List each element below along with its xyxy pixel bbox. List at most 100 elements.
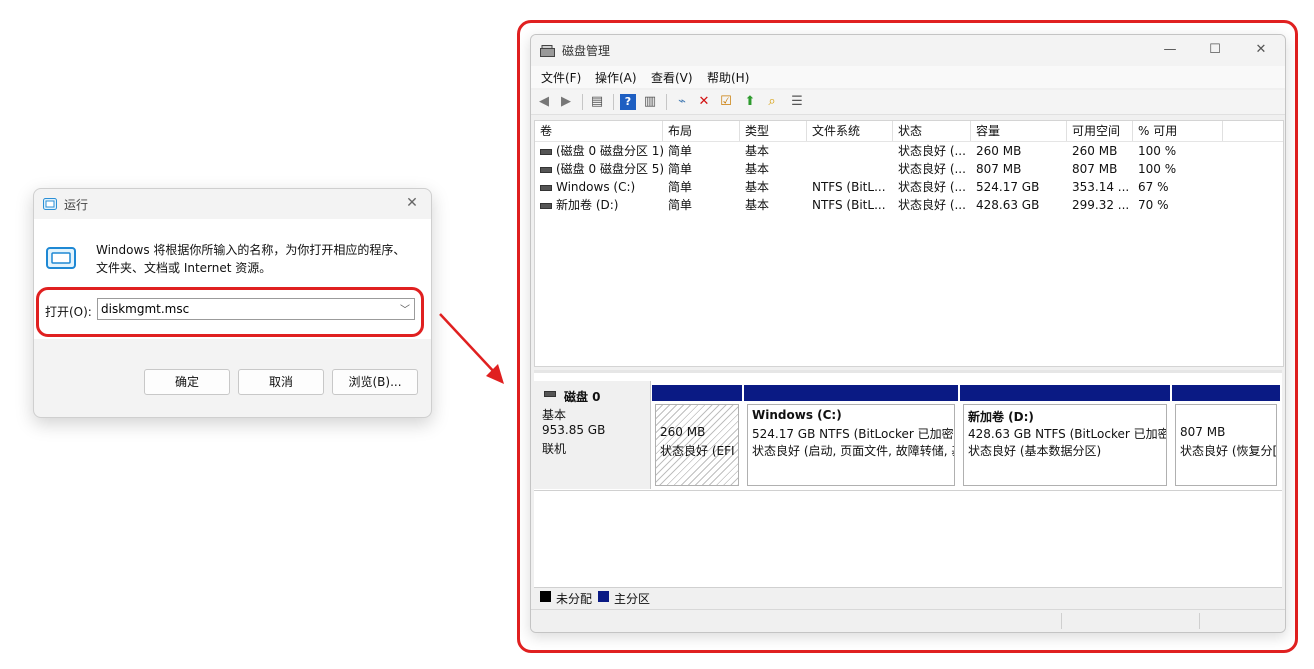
menu-action[interactable]: 操作(A) bbox=[595, 69, 637, 86]
capacity-cell: 807 MB bbox=[976, 162, 1022, 176]
volume-list: 卷 布局 类型 文件系统 状态 容量 可用空间 % 可用 (磁盘 0 磁盘分区 … bbox=[534, 120, 1284, 367]
disk-0-label[interactable]: 磁盘 0 基本 953.85 GB 联机 bbox=[534, 381, 651, 489]
close-window-icon[interactable]: ✕ bbox=[1246, 40, 1276, 60]
disk-management-app-icon bbox=[540, 45, 555, 57]
volume-name-cell: (磁盘 0 磁盘分区 5) bbox=[535, 160, 663, 178]
partition-title: Windows (C:) bbox=[752, 408, 842, 422]
volume-row[interactable]: Windows (C:) 简单 基本 NTFS (BitL... 状态良好 (.… bbox=[535, 178, 1283, 196]
volume-name-cell: 新加卷 (D:) bbox=[535, 196, 663, 214]
disk-graphical-view: 磁盘 0 基本 953.85 GB 联机 260 MB 状态良好 (EFI Wi… bbox=[534, 370, 1282, 605]
partition-efi[interactable]: 260 MB 状态良好 (EFI bbox=[652, 385, 742, 489]
partition-title: 新加卷 (D:) bbox=[968, 410, 1034, 424]
up-icon[interactable]: ⬆ bbox=[742, 94, 758, 110]
partition-bar bbox=[1172, 385, 1280, 401]
col-volume[interactable]: 卷 bbox=[535, 121, 663, 141]
layout-cell: 简单 bbox=[668, 144, 693, 158]
menu-help[interactable]: 帮助(H) bbox=[707, 69, 749, 86]
capacity-cell: 428.63 GB bbox=[976, 198, 1040, 212]
percent-free-cell: 100 % bbox=[1138, 162, 1177, 176]
status-divider bbox=[1199, 613, 1200, 629]
partition-bar bbox=[652, 385, 742, 401]
menu-view[interactable]: 查看(V) bbox=[651, 69, 693, 86]
capacity-cell: 524.17 GB bbox=[976, 180, 1040, 194]
drive-icon bbox=[540, 148, 552, 155]
partition-c[interactable]: Windows (C:) 524.17 GB NTFS (BitLocker 已… bbox=[744, 385, 958, 489]
drive-icon bbox=[540, 202, 552, 209]
volume-row[interactable]: 新加卷 (D:) 简单 基本 NTFS (BitL... 状态良好 (... 4… bbox=[535, 196, 1283, 214]
legend: 未分配 主分区 bbox=[534, 587, 1282, 606]
percent-free-cell: 100 % bbox=[1138, 144, 1177, 158]
view-icon[interactable]: ☰ bbox=[789, 94, 805, 110]
disk-icon bbox=[544, 391, 556, 397]
partition-box: Windows (C:) 524.17 GB NTFS (BitLocker 已… bbox=[747, 404, 955, 486]
status-cell: 状态良好 (... bbox=[898, 198, 966, 212]
legend-primary: 主分区 bbox=[614, 592, 651, 606]
volume-name: (磁盘 0 磁盘分区 1) bbox=[556, 144, 663, 158]
volume-name: 新加卷 (D:) bbox=[556, 198, 619, 212]
partition-bar bbox=[744, 385, 958, 401]
status-cell: 状态良好 (... bbox=[898, 162, 966, 176]
free-space-cell: 353.14 ... bbox=[1072, 180, 1130, 194]
partition-status: 状态良好 (基本数据分区) bbox=[968, 444, 1102, 458]
run-program-icon bbox=[46, 247, 76, 269]
col-type[interactable]: 类型 bbox=[740, 121, 807, 141]
partition-bar bbox=[960, 385, 1170, 401]
partition-status: 状态良好 (启动, 页面文件, 故障转储, 基 bbox=[752, 444, 955, 458]
toolbar-separator bbox=[613, 94, 614, 110]
col-percent-free[interactable]: % 可用 bbox=[1133, 121, 1223, 141]
partition-box: 807 MB 状态良好 (恢复分[ bbox=[1175, 404, 1277, 486]
volume-name-cell: (磁盘 0 磁盘分区 1) bbox=[535, 142, 663, 160]
type-cell: 基本 bbox=[745, 144, 770, 158]
delete-icon[interactable]: ✕ bbox=[696, 94, 712, 110]
volume-row[interactable]: (磁盘 0 磁盘分区 1) 简单 基本 状态良好 (... 260 MB 260… bbox=[535, 142, 1283, 160]
menu-file[interactable]: 文件(F) bbox=[541, 69, 581, 86]
run-description: Windows 将根据你所输入的名称，为你打开相应的程序、文件夹、文档或 Int… bbox=[96, 243, 406, 275]
col-layout[interactable]: 布局 bbox=[663, 121, 740, 141]
free-space-cell: 807 MB bbox=[1072, 162, 1118, 176]
disk-row-divider bbox=[534, 490, 1282, 491]
layout-cell: 简单 bbox=[668, 180, 693, 194]
connect-icon[interactable]: ⌁ bbox=[674, 94, 690, 110]
status-divider bbox=[1061, 613, 1062, 629]
partition-recovery[interactable]: 807 MB 状态良好 (恢复分[ bbox=[1172, 385, 1280, 489]
capacity-cell: 260 MB bbox=[976, 144, 1022, 158]
browse-button[interactable]: 浏览(B)... bbox=[332, 369, 418, 395]
disk-status: 联机 bbox=[542, 442, 567, 456]
action-pane-icon[interactable]: ▥ bbox=[642, 94, 658, 110]
col-capacity[interactable]: 容量 bbox=[971, 121, 1067, 141]
type-cell: 基本 bbox=[745, 180, 770, 194]
drive-icon bbox=[540, 166, 552, 173]
toolbar-separator bbox=[666, 94, 667, 110]
cancel-button[interactable]: 取消 bbox=[238, 369, 324, 395]
partition-status: 状态良好 (恢复分[ bbox=[1180, 444, 1277, 458]
console-tree-icon[interactable]: ▤ bbox=[589, 94, 605, 110]
partition-info: 524.17 GB NTFS (BitLocker 已加密) bbox=[752, 427, 955, 441]
filesystem-cell bbox=[807, 142, 893, 160]
annotation-arrow bbox=[439, 313, 504, 384]
status-cell: 状态良好 (... bbox=[898, 180, 966, 194]
partition-info: 428.63 GB NTFS (BitLocker 已加密) bbox=[968, 427, 1167, 441]
col-free-space[interactable]: 可用空间 bbox=[1067, 121, 1133, 141]
maximize-icon[interactable]: ☐ bbox=[1200, 40, 1230, 60]
toolbar-separator bbox=[582, 94, 583, 110]
minimize-icon[interactable]: — bbox=[1155, 40, 1185, 60]
back-icon[interactable]: ◀ bbox=[536, 94, 552, 110]
ok-button[interactable]: 确定 bbox=[144, 369, 230, 395]
run-app-icon bbox=[43, 198, 57, 210]
properties-icon[interactable]: ☑ bbox=[718, 94, 734, 110]
col-status[interactable]: 状态 bbox=[893, 121, 971, 141]
close-icon[interactable]: ✕ bbox=[403, 195, 421, 211]
volume-name: Windows (C:) bbox=[556, 180, 636, 194]
forward-icon[interactable]: ▶ bbox=[558, 94, 574, 110]
search-icon[interactable]: ⌕ bbox=[764, 94, 780, 110]
col-filesystem[interactable]: 文件系统 bbox=[807, 121, 893, 141]
partition-d[interactable]: 新加卷 (D:) 428.63 GB NTFS (BitLocker 已加密) … bbox=[960, 385, 1170, 489]
help-icon[interactable]: ? bbox=[620, 94, 636, 110]
partition-info: 807 MB bbox=[1180, 425, 1226, 439]
menu-bar: 文件(F) 操作(A) 查看(V) 帮助(H) bbox=[531, 66, 1285, 88]
filesystem-cell: NTFS (BitL... bbox=[812, 198, 886, 212]
filesystem-cell: NTFS (BitL... bbox=[812, 180, 886, 194]
partition-box: 新加卷 (D:) 428.63 GB NTFS (BitLocker 已加密) … bbox=[963, 404, 1167, 486]
drive-icon bbox=[540, 184, 552, 191]
volume-row[interactable]: (磁盘 0 磁盘分区 5) 简单 基本 状态良好 (... 807 MB 807… bbox=[535, 160, 1283, 178]
